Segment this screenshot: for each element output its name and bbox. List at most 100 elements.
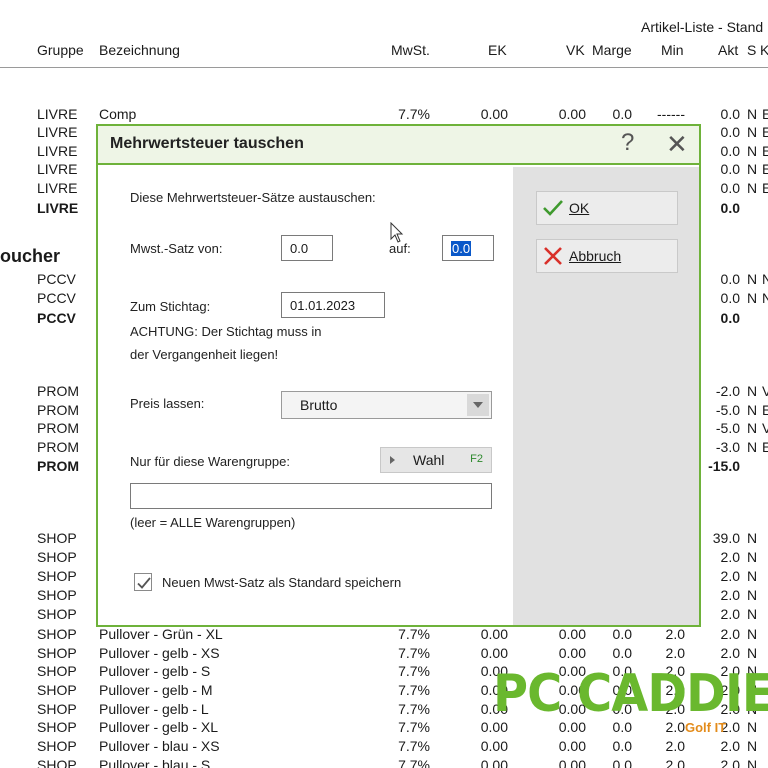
cell-k: V [762, 420, 768, 436]
wahl-label: Wahl [413, 452, 445, 468]
cell-g: SHOP [37, 568, 77, 584]
cell-m: 7.7% [398, 645, 430, 661]
cell-ak: -15.0 [708, 458, 740, 474]
close-icon [544, 247, 562, 265]
mouse-cursor-icon [390, 222, 404, 243]
group-label: Nur für diese Warengruppe: [130, 454, 290, 469]
cell-ak: -3.0 [715, 439, 740, 455]
chevron-down-icon[interactable] [467, 394, 489, 416]
cell-b: Pullover - gelb - XS [99, 645, 220, 661]
rate-to-input[interactable]: 0.0 [442, 235, 494, 261]
cell-s: N [747, 271, 758, 287]
cell-ak: 0.0 [720, 106, 740, 122]
cell-ak: 2.0 [720, 549, 740, 565]
dialog-title: Mehrwertsteuer tauschen [110, 135, 304, 152]
cell-s: N [747, 757, 758, 768]
col-header-akt[interactable]: Akt [718, 42, 738, 58]
cell-b: Pullover - blau - XS [99, 738, 220, 754]
cell-g: PROM [37, 402, 79, 418]
cell-s: N [747, 383, 758, 399]
cell-g: LIVRE [37, 124, 78, 140]
cell-m: 7.7% [398, 663, 430, 679]
section-label: oucher [0, 246, 61, 266]
cell-ak: 2.0 [720, 626, 740, 642]
cell-s: N [747, 530, 758, 546]
ok-label: OK [569, 200, 590, 216]
col-header-ek[interactable]: EK [488, 42, 507, 58]
cell-g: PROM [37, 458, 79, 474]
col-header-gruppe[interactable]: Gruppe [37, 42, 84, 58]
cell-ma: 0.0 [612, 645, 632, 661]
col-header-mwst[interactable]: MwSt. [391, 42, 430, 58]
cell-ak: -2.0 [715, 383, 740, 399]
cell-g: LIVRE [37, 143, 78, 159]
cell-ak: 0.0 [720, 180, 740, 196]
table-row[interactable]: SHOP Pullover - blau - S 7.7% 0.00 0.00 0.0 2.… [0, 757, 768, 768]
check-icon [137, 577, 151, 589]
cell-m: 7.7% [398, 626, 430, 642]
table-row[interactable]: SHOP Pullover - Grün - XL 7.7% 0.00 0.00 0.0 2… [0, 626, 768, 645]
price-select[interactable]: Brutto [281, 391, 492, 419]
cell-ak: 2.0 [720, 606, 740, 622]
col-header-s[interactable]: S [747, 42, 756, 58]
cell-s: N [747, 420, 758, 436]
col-header-bezeichnung[interactable]: Bezeichnung [99, 42, 180, 58]
cell-g: LIVRE [37, 180, 78, 196]
cell-ek: 0.00 [480, 106, 508, 122]
col-header-marge[interactable]: Marge [592, 42, 632, 58]
cell-k: N [762, 290, 768, 306]
cell-ak: 0.0 [720, 161, 740, 177]
cell-g: SHOP [37, 701, 77, 717]
date-input[interactable]: 01.01.2023 [281, 292, 385, 318]
col-header-min[interactable]: Min [661, 42, 684, 58]
cell-k: V [762, 383, 768, 399]
dialog-title-bar[interactable]: Mehrwertsteuer tauschen ? ✕ [98, 126, 699, 165]
cell-s: N [747, 587, 758, 603]
rate-from-input[interactable]: 0.0 [281, 235, 333, 261]
cell-g: PROM [37, 383, 79, 399]
dialog-form: Diese Mehrwertsteuer-Sätze austauschen: … [98, 167, 513, 625]
cell-s: N [747, 606, 758, 622]
cell-ek: 0.00 [480, 757, 508, 768]
cell-s: N [747, 402, 758, 418]
cell-ak: -5.0 [715, 420, 740, 436]
help-icon[interactable]: ? [621, 129, 634, 157]
cell-g: SHOP [37, 757, 77, 768]
cell-s: N [747, 439, 758, 455]
cell-k: E [762, 161, 768, 177]
cell-ak: 0.0 [720, 124, 740, 140]
cell-m: 7.7% [398, 106, 430, 122]
cell-b: Pullover - gelb - S [99, 663, 211, 679]
cell-k: E [762, 106, 768, 122]
cell-g: SHOP [37, 682, 77, 698]
cell-ak: 39.0 [712, 530, 740, 546]
cell-ak: 0.0 [720, 310, 740, 326]
cell-ak: 2.0 [720, 568, 740, 584]
cancel-button[interactable]: Abbruch [536, 239, 678, 273]
col-header-k[interactable]: K [760, 42, 768, 58]
cell-vk: 0.00 [558, 645, 586, 661]
cell-g: LIVRE [37, 106, 78, 122]
date-label: Zum Stichtag: [130, 299, 211, 314]
table-row[interactable]: LIVRE Comp 7.7% 0.00 0.00 0.0 ------ 0.0 N E [0, 106, 768, 125]
save-default-label[interactable]: Neuen Mwst-Satz als Standard speichern [162, 575, 401, 590]
group-input[interactable] [130, 483, 492, 509]
cell-b: Pullover - Grün - XL [99, 626, 223, 642]
wahl-button[interactable]: Wahl F2 [380, 447, 492, 473]
table-row[interactable]: SHOP Pullover - gelb - XS 7.7% 0.00 0.00 0.0 2… [0, 645, 768, 664]
cell-mi: ------ [657, 106, 685, 122]
col-header-vk[interactable]: VK [566, 42, 585, 58]
cell-ak: 2.0 [720, 645, 740, 661]
cell-g: SHOP [37, 645, 77, 661]
price-label: Preis lassen: [130, 396, 205, 411]
cell-ma: 0.0 [612, 106, 632, 122]
cell-s: N [747, 180, 758, 196]
cell-ma: 0.0 [612, 757, 632, 768]
close-icon[interactable]: ✕ [666, 129, 688, 160]
ok-button[interactable]: OK [536, 191, 678, 225]
cell-s: N [747, 568, 758, 584]
cell-s: N [747, 106, 758, 122]
save-default-checkbox[interactable] [134, 573, 152, 591]
cell-g: PCCV [37, 310, 76, 326]
dialog-button-panel: OK Abbruch [513, 167, 699, 625]
